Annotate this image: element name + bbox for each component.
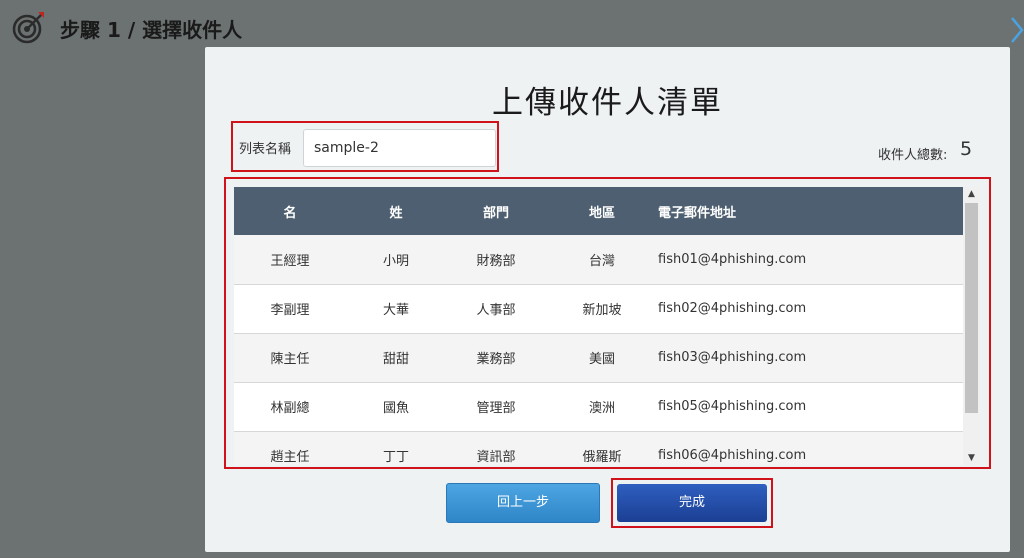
finish-button[interactable]: 完成	[617, 484, 767, 522]
cell-first-name: 陳主任	[270, 352, 310, 367]
list-name-highlight: 列表名稱	[231, 121, 499, 172]
table-row: 陳主任 甜甜 業務部 美國 fish03@4phishing.com	[234, 333, 963, 382]
target-icon	[12, 12, 44, 44]
cell-last-name: 小明	[382, 253, 409, 269]
cell-email: fish05@4phishing.com	[658, 399, 807, 414]
cell-email: fish02@4phishing.com	[658, 301, 807, 316]
column-header-department[interactable]: 部門	[446, 187, 546, 235]
column-header-last-name[interactable]: 姓	[346, 187, 446, 235]
column-header-email[interactable]: 電子郵件地址	[658, 187, 963, 235]
cell-department: 管理部	[476, 401, 516, 416]
modal-title: 上傳收件人清單	[492, 85, 723, 121]
cell-department: 業務部	[476, 352, 516, 367]
cell-region: 新加坡	[582, 303, 622, 318]
scrollbar-thumb[interactable]	[965, 203, 978, 413]
recipient-count-value: 5	[960, 138, 973, 160]
scroll-down-icon[interactable]: ▼	[963, 451, 980, 465]
table-row: 李副理 大華 人事部 新加坡 fish02@4phishing.com	[234, 284, 963, 333]
cell-region: 俄羅斯	[582, 450, 622, 465]
recipient-table-scroll[interactable]: 名 姓 部門 地區 電子郵件地址 王經理 小明 財務部 台灣 fish01@4p…	[234, 187, 963, 465]
cell-last-name: 甜甜	[382, 352, 409, 367]
cell-department: 財務部	[476, 253, 516, 269]
list-name-input[interactable]	[303, 129, 496, 167]
column-header-first-name[interactable]: 名	[234, 187, 346, 235]
cell-first-name: 林副總	[270, 401, 310, 416]
cell-email: fish01@4phishing.com	[658, 251, 807, 267]
cell-department: 資訊部	[476, 450, 516, 465]
page-title: 步驟 1 / 選擇收件人	[60, 18, 243, 42]
chevron-right-icon[interactable]	[1010, 16, 1024, 44]
cell-first-name: 趙主任	[270, 450, 310, 465]
table-row: 趙主任 丁丁 資訊部 俄羅斯 fish06@4phishing.com	[234, 431, 963, 465]
column-header-region[interactable]: 地區	[546, 187, 658, 235]
cell-first-name: 王經理	[270, 253, 310, 269]
cell-region: 台灣	[588, 253, 615, 269]
cell-email: fish06@4phishing.com	[658, 448, 807, 463]
cell-last-name: 大華	[382, 303, 409, 318]
table-row: 王經理 小明 財務部 台灣 fish01@4phishing.com	[234, 235, 963, 284]
cell-last-name: 丁丁	[382, 450, 409, 465]
table-row: 林副總 國魚 管理部 澳洲 fish05@4phishing.com	[234, 382, 963, 431]
recipient-table: 名 姓 部門 地區 電子郵件地址 王經理 小明 財務部 台灣 fish01@4p…	[234, 187, 963, 465]
upload-recipients-modal: 上傳收件人清單 列表名稱 收件人總數: 5 名 姓 部門 地區 電子郵件地址	[205, 47, 1010, 552]
table-scrollbar[interactable]: ▲ ▼	[963, 187, 980, 465]
back-button[interactable]: 回上一步	[446, 483, 600, 523]
table-header-row: 名 姓 部門 地區 電子郵件地址	[234, 187, 963, 235]
recipient-count-label: 收件人總數:	[878, 148, 948, 163]
finish-button-highlight: 完成	[611, 478, 773, 528]
list-name-label: 列表名稱	[239, 142, 292, 157]
cell-region: 美國	[588, 352, 615, 367]
scroll-up-icon[interactable]: ▲	[963, 187, 980, 201]
cell-department: 人事部	[476, 303, 516, 318]
cell-email: fish03@4phishing.com	[658, 350, 807, 365]
recipient-table-highlight: 名 姓 部門 地區 電子郵件地址 王經理 小明 財務部 台灣 fish01@4p…	[224, 177, 991, 469]
cell-last-name: 國魚	[382, 401, 409, 416]
cell-region: 澳洲	[588, 401, 615, 416]
cell-first-name: 李副理	[270, 303, 310, 318]
